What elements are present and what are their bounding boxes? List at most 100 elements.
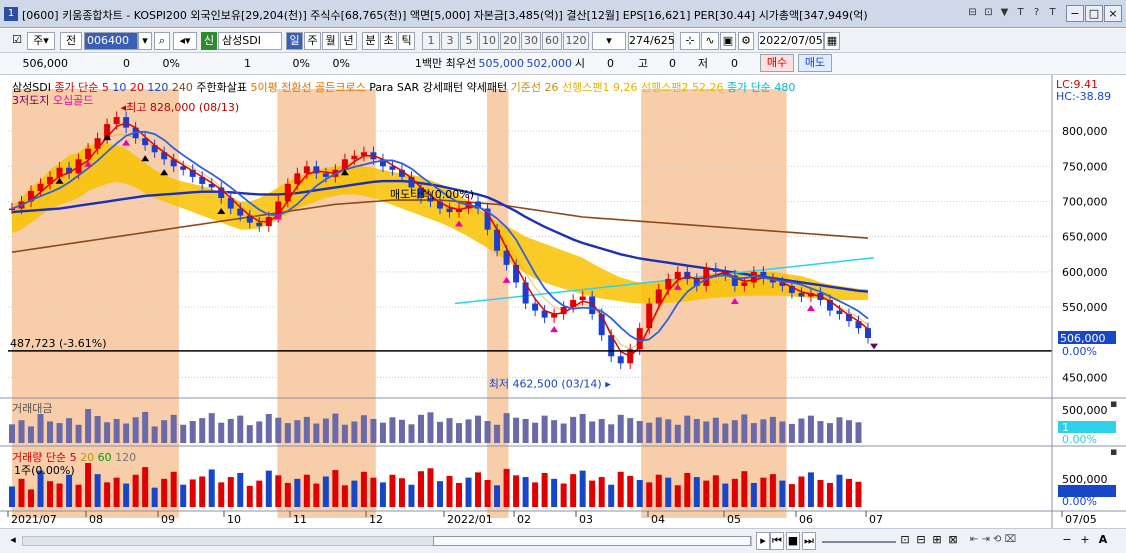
volume-bar-48 bbox=[465, 477, 472, 507]
turnover-bar-29 bbox=[284, 423, 291, 443]
interval-1[interactable]: 1 bbox=[422, 32, 440, 50]
date-input[interactable]: 2022/07/05 bbox=[758, 32, 824, 50]
volume-bar-18 bbox=[180, 484, 187, 507]
zoom-expand-icon[interactable]: ⊞ bbox=[930, 532, 944, 550]
pin-icon[interactable]: ⊹ bbox=[680, 32, 700, 50]
volume-bar-52 bbox=[503, 468, 510, 507]
tab-period-second[interactable]: 초 bbox=[380, 32, 397, 50]
volume-bar-61 bbox=[589, 480, 596, 507]
volume-bar-15 bbox=[151, 487, 158, 507]
candle-body-87 bbox=[836, 310, 843, 315]
legend-item-12: 선행스팬2 52,26 bbox=[640, 81, 727, 94]
calendar-icon[interactable]: ▦ bbox=[824, 32, 840, 50]
scroll-track[interactable] bbox=[22, 536, 752, 546]
buy-button[interactable]: 매수 bbox=[760, 54, 794, 72]
interval-120[interactable]: 120 bbox=[563, 32, 589, 50]
volume-panel-title: 거래대금 bbox=[12, 402, 53, 415]
draw-tool-icon[interactable]: ∿ bbox=[701, 32, 719, 50]
turnover-bar-87 bbox=[836, 417, 843, 443]
turnover-bar-21 bbox=[208, 413, 215, 443]
gear-icon[interactable]: ⚙ bbox=[738, 32, 754, 50]
save-icon[interactable]: ▣ bbox=[720, 32, 736, 50]
volume-bar-77 bbox=[741, 471, 748, 507]
chart-area[interactable]: 487,723 (-3.61%) ◂최고 828,000 (08/13) 최저 46… bbox=[0, 75, 1126, 528]
golden-cross-marker-5 bbox=[550, 326, 559, 333]
interval-30[interactable]: 30 bbox=[521, 32, 541, 50]
turnover-bar-19 bbox=[189, 421, 196, 443]
tool-icons[interactable]: ⇤ ⇥ ⟲ ⌧ bbox=[962, 532, 1024, 550]
minimize-button[interactable]: − bbox=[1066, 5, 1084, 22]
candle-body-33 bbox=[322, 173, 329, 177]
turnover-bar-24 bbox=[237, 415, 244, 443]
current-marker bbox=[870, 343, 878, 350]
turnover-bar-84 bbox=[807, 415, 814, 443]
period-type-button[interactable]: 주▾ bbox=[27, 32, 55, 50]
y-tick-5: 550,000 bbox=[1062, 301, 1108, 314]
tab-period-year[interactable]: 년 bbox=[340, 32, 357, 50]
turnover-bar-23 bbox=[227, 418, 234, 443]
tab-period-tick[interactable]: 틱 bbox=[398, 32, 415, 50]
interval-3[interactable]: 3 bbox=[441, 32, 459, 50]
turnover-bar-40 bbox=[389, 417, 396, 443]
volume-bar-38 bbox=[370, 477, 377, 507]
skip-back-icon[interactable]: ⏮ bbox=[770, 532, 784, 550]
turnover-bar-79 bbox=[760, 419, 767, 443]
close-button[interactable]: × bbox=[1104, 5, 1122, 22]
checkbox[interactable]: ☑ bbox=[10, 32, 24, 50]
speaker-icon[interactable]: ◂▾ bbox=[173, 32, 197, 50]
text-tool-icon[interactable]: T bbox=[1014, 6, 1027, 20]
turnover-bar-88 bbox=[845, 420, 852, 443]
tab-period-day[interactable]: 일 bbox=[286, 32, 303, 50]
volume-bar-45 bbox=[437, 481, 443, 507]
zoom-slider[interactable] bbox=[822, 541, 896, 543]
volume-bar-27 bbox=[265, 470, 272, 507]
layout-icon[interactable]: ⊟ bbox=[966, 6, 979, 20]
turnover-bar-70 bbox=[674, 424, 681, 443]
zoom-in-icon[interactable]: + bbox=[1078, 532, 1092, 550]
tab-period-month[interactable]: 월 bbox=[322, 32, 339, 50]
scroll-right-icon[interactable]: ▸ bbox=[756, 532, 770, 550]
legend-item-8: Para SAR 강세패턴 bbox=[369, 81, 467, 94]
text-icon[interactable]: T bbox=[1046, 6, 1059, 20]
dropdown-icon[interactable]: ▼ bbox=[998, 6, 1011, 20]
chevron-down-icon[interactable]: ▾ bbox=[138, 32, 152, 50]
stop-icon[interactable]: ■ bbox=[786, 532, 800, 550]
stock-code-input[interactable]: 006400 bbox=[84, 32, 138, 50]
candle-body-77 bbox=[741, 282, 748, 286]
zoom-collapse-icon[interactable]: ⊟ bbox=[914, 532, 928, 550]
interval-60[interactable]: 60 bbox=[542, 32, 562, 50]
skip-forward-icon[interactable]: ⏭ bbox=[802, 532, 816, 550]
search-icon[interactable]: ⌕ bbox=[154, 32, 170, 50]
volume-bar-78 bbox=[750, 482, 757, 507]
restore-panel-icon[interactable]: ⊡ bbox=[982, 6, 995, 20]
help-icon[interactable]: ? bbox=[1030, 6, 1043, 20]
scroll-left-icon[interactable]: ◂ bbox=[6, 532, 20, 550]
x-tick-13: 07/05 bbox=[1065, 513, 1097, 526]
turnover-bar-6 bbox=[66, 418, 73, 443]
x-tick-6: 2022/01 bbox=[447, 513, 493, 526]
zoom-out-icon[interactable]: − bbox=[1060, 532, 1074, 550]
turnover-bar-65 bbox=[627, 418, 634, 443]
prev-button[interactable]: 전 bbox=[60, 32, 82, 50]
low-label: 저 bbox=[697, 57, 708, 70]
volume-bar-11 bbox=[113, 477, 120, 507]
interval-10[interactable]: 10 bbox=[479, 32, 499, 50]
tab-period-week[interactable]: 주 bbox=[304, 32, 321, 50]
tab-period-minute[interactable]: 분 bbox=[362, 32, 379, 50]
volume-bar-23 bbox=[227, 477, 234, 507]
interval-20[interactable]: 20 bbox=[500, 32, 520, 50]
zoom-reset-icon[interactable]: ⊠ bbox=[946, 532, 960, 550]
volume-bar-56 bbox=[541, 472, 548, 507]
interval-5[interactable]: 5 bbox=[460, 32, 478, 50]
interval-dropdown[interactable]: ▾ bbox=[592, 32, 626, 50]
turnover-bar-38 bbox=[370, 418, 377, 443]
candle-body-74 bbox=[712, 268, 719, 272]
maximize-button[interactable]: □ bbox=[1085, 5, 1103, 22]
volume-bar-67 bbox=[646, 482, 653, 507]
sell-button[interactable]: 매도 bbox=[798, 54, 832, 72]
volume-bar-12 bbox=[123, 483, 130, 507]
zoom-fit-icon[interactable]: ⊡ bbox=[898, 532, 912, 550]
font-size-icon[interactable]: A bbox=[1096, 532, 1110, 550]
scroll-thumb[interactable] bbox=[433, 536, 751, 546]
turnover-bar-71 bbox=[684, 415, 691, 443]
